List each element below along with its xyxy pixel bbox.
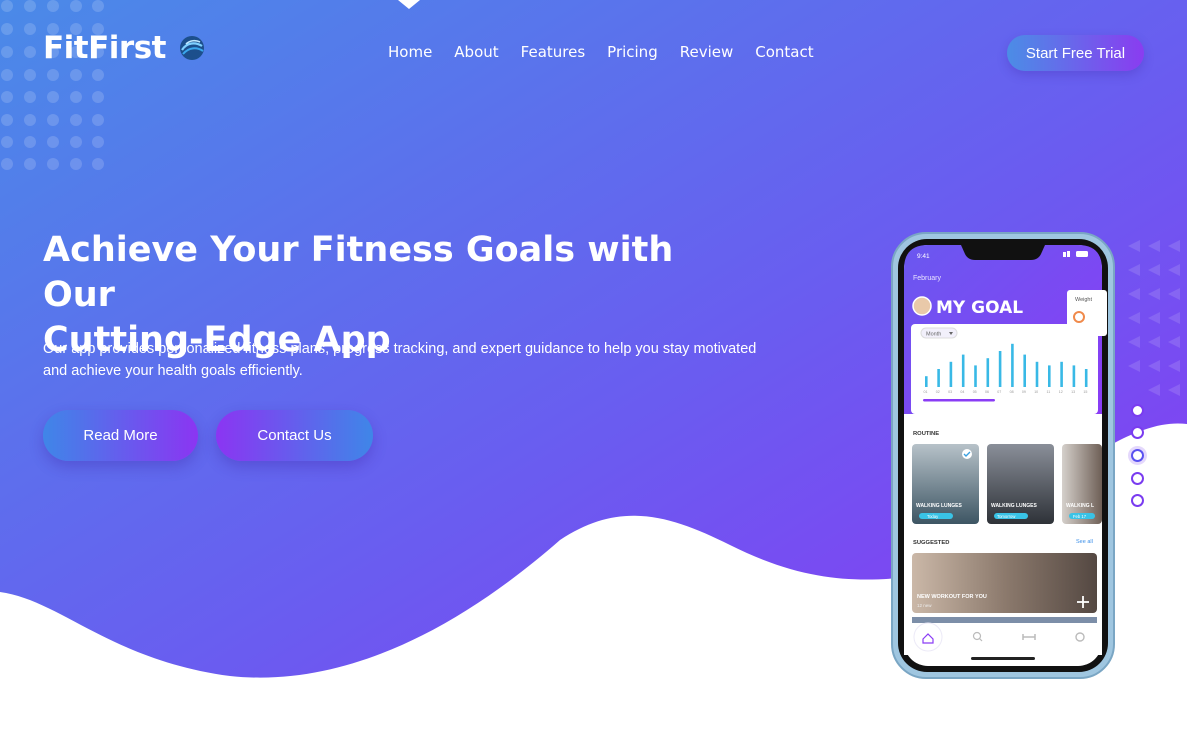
subtext-line-2: and achieve your health goals efficientl… bbox=[43, 363, 303, 379]
goal-bar bbox=[998, 351, 1002, 387]
routine-card-2-tag: Tomorrow bbox=[997, 514, 1016, 519]
goal-bar bbox=[1084, 369, 1088, 387]
nav-about[interactable]: About bbox=[454, 43, 498, 61]
routine-card-3 bbox=[1062, 444, 1102, 524]
subtext-line-1: Our app provides personalized fitness pl… bbox=[43, 341, 757, 357]
slider-dot-2[interactable] bbox=[1131, 426, 1144, 439]
goal-day-label: 12 bbox=[1059, 390, 1063, 394]
user-avatar bbox=[912, 296, 932, 316]
weight-label: Weight bbox=[1075, 297, 1092, 303]
goal-bar bbox=[961, 354, 965, 387]
globe-logo-icon bbox=[179, 36, 204, 60]
nav-contact[interactable]: Contact bbox=[755, 43, 813, 61]
period-select-label: Month bbox=[926, 332, 941, 338]
phone-notch bbox=[961, 245, 1045, 260]
nav-home[interactable]: Home bbox=[388, 43, 432, 61]
contact-us-button[interactable]: Contact Us bbox=[216, 410, 373, 461]
goal-bar bbox=[949, 361, 953, 387]
slider-dot-1[interactable] bbox=[1131, 404, 1144, 417]
routine-card-3-tag: Feb 17 bbox=[1073, 514, 1087, 519]
brand-logo[interactable]: FitFirst bbox=[43, 30, 206, 66]
goal-bar bbox=[1060, 361, 1063, 387]
nav-pricing[interactable]: Pricing bbox=[607, 43, 658, 61]
routine-card-3-title: WALKING L bbox=[1066, 503, 1094, 509]
goal-bar bbox=[937, 369, 940, 387]
phone-mockup: 9:41 February MY GOAL Weight Month 01 02 0… bbox=[891, 232, 1115, 679]
goal-day-label: 13 bbox=[1071, 390, 1075, 394]
goal-day-label: 02 bbox=[936, 390, 940, 394]
workout-banner-title: NEW WORKOUT FOR YOU bbox=[917, 594, 987, 600]
goal-bar bbox=[974, 365, 977, 387]
goal-day-label: 10 bbox=[1034, 390, 1038, 394]
hero-section: FitFirst Home About Features Pricing Rev… bbox=[0, 0, 1187, 729]
goal-bar bbox=[1072, 365, 1076, 387]
goal-title: MY GOAL bbox=[936, 298, 1023, 318]
goal-bar bbox=[1011, 343, 1014, 387]
goal-day-label: 01 bbox=[924, 390, 928, 394]
hero-subtext: Our app provides personalized fitness pl… bbox=[43, 338, 783, 382]
goal-day-label: 03 bbox=[948, 390, 952, 394]
routine-card-1-title: WALKING LUNGES bbox=[916, 503, 962, 509]
goal-day-label: 06 bbox=[985, 390, 989, 394]
slider-dot-4[interactable] bbox=[1131, 472, 1144, 485]
see-all-link: See all bbox=[1076, 539, 1093, 545]
triangle-pattern bbox=[1128, 240, 1180, 396]
headline-line-1: Achieve Your Fitness Goals with Our bbox=[43, 230, 674, 315]
goal-day-label: 11 bbox=[1047, 390, 1051, 394]
routine-card-1-tag: Today bbox=[927, 514, 939, 519]
read-more-button[interactable]: Read More bbox=[43, 410, 198, 461]
main-nav: Home About Features Pricing Review Conta… bbox=[388, 43, 836, 61]
goal-bar bbox=[1048, 365, 1051, 387]
slider-dot-3[interactable] bbox=[1131, 449, 1144, 462]
status-time: 9:41 bbox=[917, 253, 930, 260]
routine-card-2 bbox=[987, 444, 1054, 524]
goal-bar bbox=[1035, 361, 1039, 387]
routine-card-2-title: WALKING LUNGES bbox=[991, 503, 1037, 509]
goal-day-label: 04 bbox=[960, 390, 964, 394]
suggested-workout-banner bbox=[912, 553, 1097, 613]
workout-banner-sub: 12 new bbox=[917, 603, 932, 608]
dot-pattern bbox=[1, 0, 104, 170]
goal-day-label: 07 bbox=[997, 390, 1001, 394]
screen-month: February bbox=[913, 275, 942, 282]
top-notch-indicator bbox=[398, 0, 420, 9]
goal-day-label: 09 bbox=[1022, 390, 1026, 394]
nav-review[interactable]: Review bbox=[680, 43, 734, 61]
goal-day-label: 08 bbox=[1010, 390, 1014, 394]
suggested-label: SUGGESTED bbox=[913, 540, 949, 546]
routine-label: ROUTINE bbox=[913, 431, 939, 437]
slider-dot-5[interactable] bbox=[1131, 494, 1144, 507]
start-free-trial-button[interactable]: Start Free Trial bbox=[1007, 35, 1144, 71]
goal-day-label: 05 bbox=[973, 390, 977, 394]
goal-day-label: 15 bbox=[1083, 390, 1087, 394]
goal-bar bbox=[986, 358, 990, 387]
nav-features[interactable]: Features bbox=[521, 43, 586, 61]
brand-name: FitFirst bbox=[43, 30, 166, 66]
routine-check-icon bbox=[962, 449, 972, 459]
goal-bar bbox=[1023, 354, 1026, 387]
goal-bar bbox=[925, 376, 928, 387]
